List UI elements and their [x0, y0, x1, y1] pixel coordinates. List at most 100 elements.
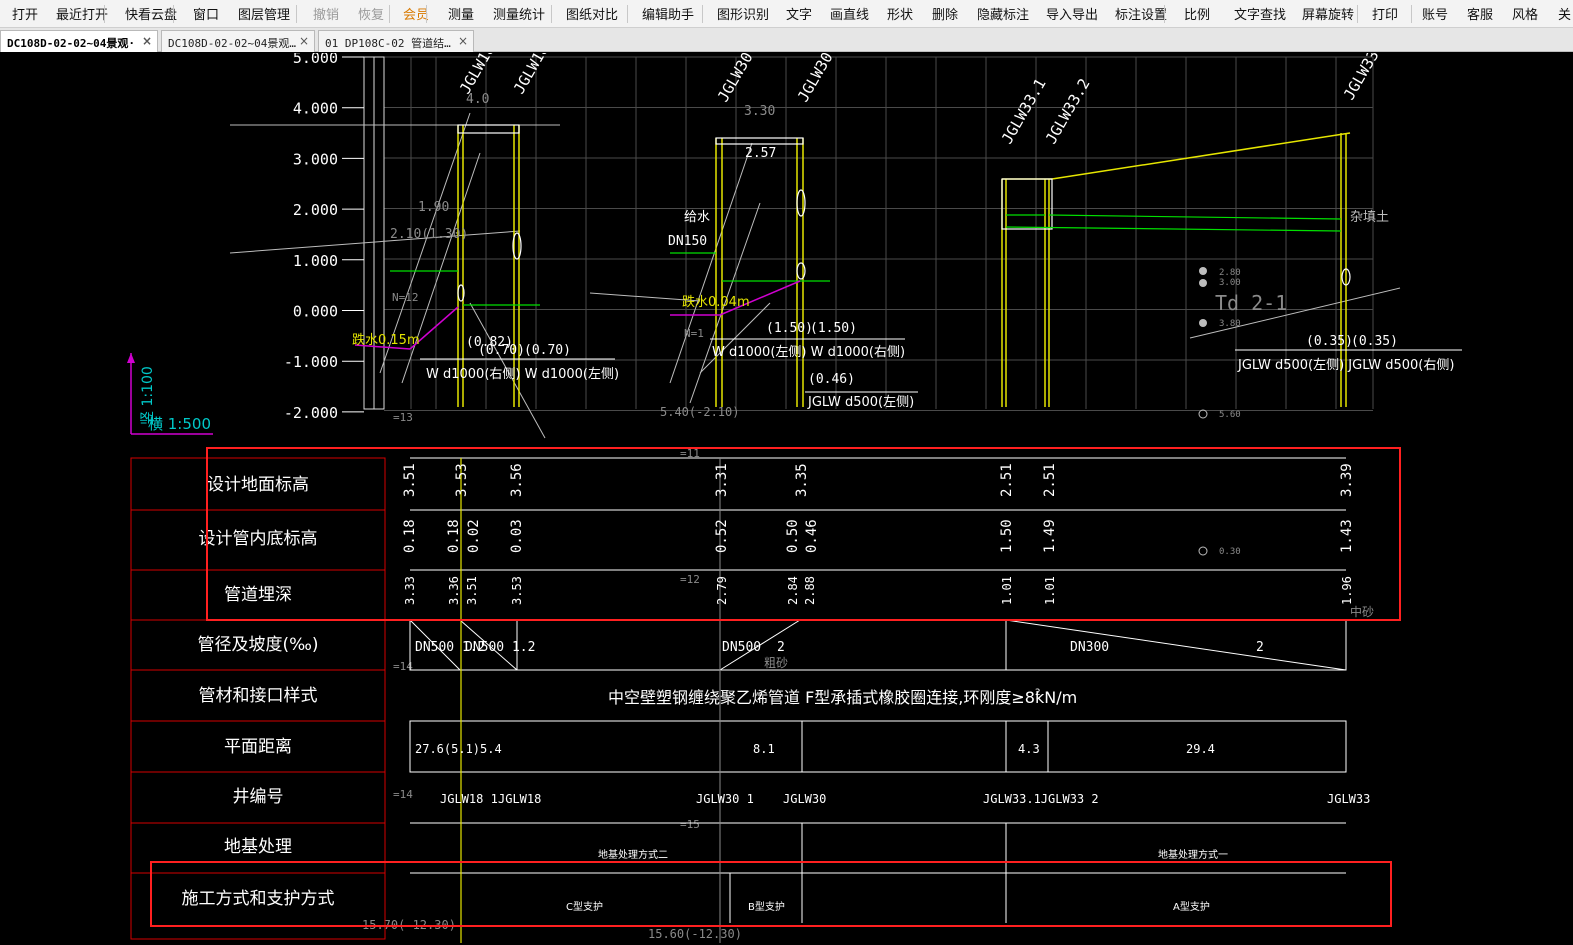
row-header: 管径及坡度(‰) — [197, 635, 318, 655]
menu-item-18[interactable]: 隐藏标注 — [977, 4, 1029, 23]
diameter-6: 2 — [1256, 640, 1264, 655]
toolbar-separator — [1357, 5, 1358, 23]
e12-label: =12 — [680, 573, 700, 586]
ground-value: 3.39 — [1339, 463, 1355, 497]
menu-item-19[interactable]: 导入导出 — [1046, 4, 1098, 23]
depth-value: 2.84 — [786, 576, 800, 605]
well-id-1: JGLW18 1 — [440, 792, 498, 806]
row-header: 设计地面标高 — [207, 475, 309, 495]
toolbar-separator — [426, 5, 427, 23]
sand-note-1: 中砂 — [1350, 604, 1374, 619]
e15-label: =15 — [680, 818, 700, 831]
elevation-label: -1.000 — [284, 353, 338, 371]
toolbar-separator — [702, 5, 703, 23]
dim-190: 1.90 — [418, 200, 449, 215]
invert-value: 0.46 — [804, 519, 820, 553]
elevation-label: -2.000 — [284, 404, 338, 422]
menu-item-6[interactable]: 撤销 — [313, 4, 339, 23]
depth-value: 3.36 — [447, 576, 461, 605]
menu-item-9[interactable]: 测量 — [448, 4, 474, 23]
elevation-label: 1.000 — [293, 252, 338, 270]
pipe-d-label: JGLW d500(左侧) JGLW d500(右侧) — [1237, 358, 1454, 373]
ground-value: 3.31 — [714, 463, 730, 497]
pipe-a-label: W d1000(右侧) W d1000(左侧) — [426, 367, 619, 382]
menu-item-24[interactable]: 打印 — [1372, 4, 1398, 23]
small-300: 3.00 — [1219, 278, 1241, 288]
tab-label: 01 DP108C-02 管道结… — [325, 37, 451, 50]
well-id-4: JGLW30 — [783, 792, 826, 806]
toolbar-separator — [1411, 5, 1412, 23]
close-icon[interactable]: × — [142, 34, 152, 48]
menu-item-10[interactable]: 测量统计 — [493, 4, 545, 23]
horizontal-scale-label: 横 1:500 — [148, 415, 211, 433]
invert-value: 1.49 — [1042, 519, 1058, 553]
menu-item-27[interactable]: 风格 — [1512, 4, 1538, 23]
cad-drawing-canvas[interactable]: 5.000 4.000 3.000 2.000 1.000 0.000 -1.000 -2.0… — [0, 53, 1573, 945]
close-icon[interactable]: × — [299, 34, 309, 48]
invert-value: 0.03 — [509, 519, 525, 553]
menu-item-20[interactable]: 标注设置 — [1115, 4, 1167, 23]
pipe-b-dim1: (1.50) — [766, 321, 813, 336]
document-tab-2[interactable]: DC108D-02-02~04景观… × — [161, 30, 315, 52]
menu-item-17[interactable]: 删除 — [932, 4, 958, 23]
drop-annotation-1: 跌水0.15m — [352, 332, 420, 348]
distance-3: 8.1 — [753, 742, 775, 756]
menu-item-11[interactable]: 图纸对比 — [566, 4, 618, 23]
pipe-c-label: JGLW d500(左侧) — [807, 395, 914, 410]
construction-1: C型支护 — [566, 900, 603, 913]
menu-item-26[interactable]: 客服 — [1467, 4, 1493, 23]
menu-item-21[interactable]: 比例 — [1184, 4, 1210, 23]
menu-item-14[interactable]: 文字 — [786, 4, 812, 23]
menu-item-12[interactable]: 编辑助手 — [642, 4, 694, 23]
well-id-6: JGLW33 — [1327, 792, 1370, 806]
e14b-label: =14 — [393, 788, 413, 801]
toolbar-separator — [1164, 5, 1165, 23]
close-icon[interactable]: × — [458, 34, 468, 48]
foundation-1: 地基处理方式二 — [598, 848, 668, 861]
elevation-label: 5.000 — [293, 53, 338, 67]
menu-item-4[interactable]: 窗口 — [193, 4, 219, 23]
menu-item-23[interactable]: 屏幕旋转 — [1302, 4, 1354, 23]
menu-item-3[interactable]: 快看云盘 — [125, 4, 177, 23]
small-280: 2.80 — [1219, 268, 1241, 278]
dim-330: 3.30 — [744, 104, 775, 119]
depth-value: 2.88 — [803, 576, 817, 605]
document-tab-1[interactable]: DC108D-02-02~04景观· × — [0, 30, 158, 52]
menu-item-2[interactable]: 最近打开 — [56, 4, 108, 23]
menu-item-22[interactable]: 文字查找 — [1234, 4, 1286, 23]
diameter-2: DN500 1.2 — [465, 640, 535, 655]
depth-value: 1.01 — [1000, 576, 1014, 605]
diameter-4: 2 — [777, 640, 785, 655]
ground-value: 3.56 — [509, 463, 525, 497]
menu-item-1[interactable]: 打开 — [12, 4, 38, 23]
pipe-a-dim2: (0.70) — [478, 343, 525, 358]
ground-value: 3.51 — [402, 463, 418, 497]
menu-item-13[interactable]: 图形识别 — [717, 4, 769, 23]
menu-item-5[interactable]: 图层管理 — [238, 4, 290, 23]
pipe-b-label: W d1000(左侧) W d1000(右侧) — [712, 345, 905, 360]
menu-item-28[interactable]: 关 — [1558, 4, 1571, 23]
row-header: 平面距离 — [224, 737, 292, 757]
tab-label: DC108D-02-02~04景观· — [7, 37, 135, 50]
distance-4: 4.3 — [1018, 742, 1040, 756]
material-text: 中空壁塑钢缠绕聚乙烯管道 F型承插式橡胶圈连接,环刚度≥8kN/m — [608, 688, 1077, 707]
well-id-5: JGLW33.1JGLW33 2 — [983, 792, 1099, 806]
menu-item-7[interactable]: 恢复 — [358, 4, 384, 23]
fill-label: 杂填土 — [1350, 210, 1389, 225]
small-030: 0.30 — [1219, 547, 1241, 557]
depth-value: 3.33 — [403, 576, 417, 605]
distance-2: 5.4 — [480, 742, 502, 756]
toolbar-separator — [296, 5, 297, 23]
row-header: 管材和接口样式 — [199, 686, 318, 706]
menu-item-15[interactable]: 画直线 — [830, 4, 869, 23]
invert-value: 1.50 — [999, 519, 1015, 553]
toolbar-separator — [389, 5, 390, 23]
menu-item-16[interactable]: 形状 — [887, 4, 913, 23]
row-header: 管道埋深 — [224, 585, 292, 605]
invert-value: 0.50 — [785, 519, 801, 553]
e13-label: =13 — [393, 411, 413, 424]
document-tab-3[interactable]: 01 DP108C-02 管道结… × — [318, 30, 474, 52]
menu-item-25[interactable]: 账号 — [1422, 4, 1448, 23]
depth-value: 1.96 — [1340, 576, 1354, 605]
small-560: 5.60 — [1219, 410, 1241, 420]
